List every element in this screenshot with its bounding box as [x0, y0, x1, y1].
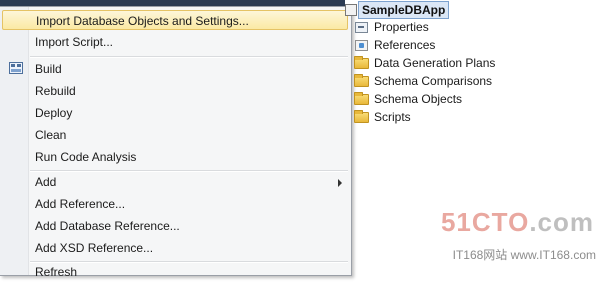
menu-item-label: Add Reference... [35, 197, 126, 211]
submenu-arrow-icon [338, 179, 342, 187]
watermark-logo: 51CTO.com [441, 207, 594, 238]
menu-item-label: Refresh [35, 265, 78, 279]
menu-item-label: Build [35, 62, 62, 76]
context-menu: Import Database Objects and Settings... … [0, 6, 352, 279]
menu-item-add-xsd-reference[interactable]: Add XSD Reference... [2, 238, 348, 258]
menu-item-import-script[interactable]: Import Script... [2, 32, 348, 52]
folder-icon [354, 110, 369, 123]
menu-item-label: Add Database Reference... [35, 219, 180, 233]
menu-item-label: Run Code Analysis [35, 150, 137, 164]
menu-item-add-reference[interactable]: Add Reference... [2, 194, 348, 214]
menu-item-label: Add XSD Reference... [35, 241, 154, 255]
menu-item-label: Rebuild [35, 84, 76, 98]
menu-item-label: Clean [35, 128, 67, 142]
properties-icon [355, 22, 368, 33]
menu-item-rebuild[interactable]: Rebuild [2, 81, 348, 101]
menu-item-clean[interactable]: Clean [2, 125, 348, 145]
project-node-sampledbapp[interactable]: SampleDBApp [345, 1, 450, 19]
build-icon [9, 62, 23, 74]
menu-item-run-code-analysis[interactable]: Run Code Analysis [2, 147, 348, 167]
watermark-suffix: .com [529, 207, 594, 237]
menu-item-label: Import Script... [35, 35, 114, 49]
menu-item-import-database-objects[interactable]: Import Database Objects and Settings... [2, 10, 348, 30]
menu-item-add[interactable]: Add [2, 172, 348, 192]
menu-item-add-database-reference[interactable]: Add Database Reference... [2, 216, 348, 236]
tree-node-label: References [374, 38, 436, 52]
folder-icon [354, 92, 369, 105]
tree-node-label: Properties [374, 20, 429, 34]
tree-node-label: Schema Comparisons [374, 74, 493, 88]
tree-node-label: Data Generation Plans [374, 56, 496, 70]
menu-item-refresh[interactable]: Refresh [2, 262, 348, 282]
menu-item-build[interactable]: Build [2, 59, 348, 79]
menu-item-deploy[interactable]: Deploy [2, 103, 348, 123]
menu-item-label: Import Database Objects and Settings... [36, 14, 249, 28]
watermark-subtext: IT168网站 www.IT168.com [452, 248, 596, 262]
references-icon [355, 40, 368, 51]
database-project-icon [345, 4, 357, 16]
tree-node-label: Scripts [374, 110, 411, 124]
menu-item-label: Add [35, 175, 57, 189]
menu-item-label: Deploy [35, 106, 73, 120]
folder-icon [354, 56, 369, 69]
tree-node-label: Schema Objects [374, 92, 463, 106]
folder-icon [354, 74, 369, 87]
menu-separator [30, 56, 348, 58]
project-name: SampleDBApp [362, 3, 446, 17]
watermark-brand: 51CTO [440, 207, 530, 237]
